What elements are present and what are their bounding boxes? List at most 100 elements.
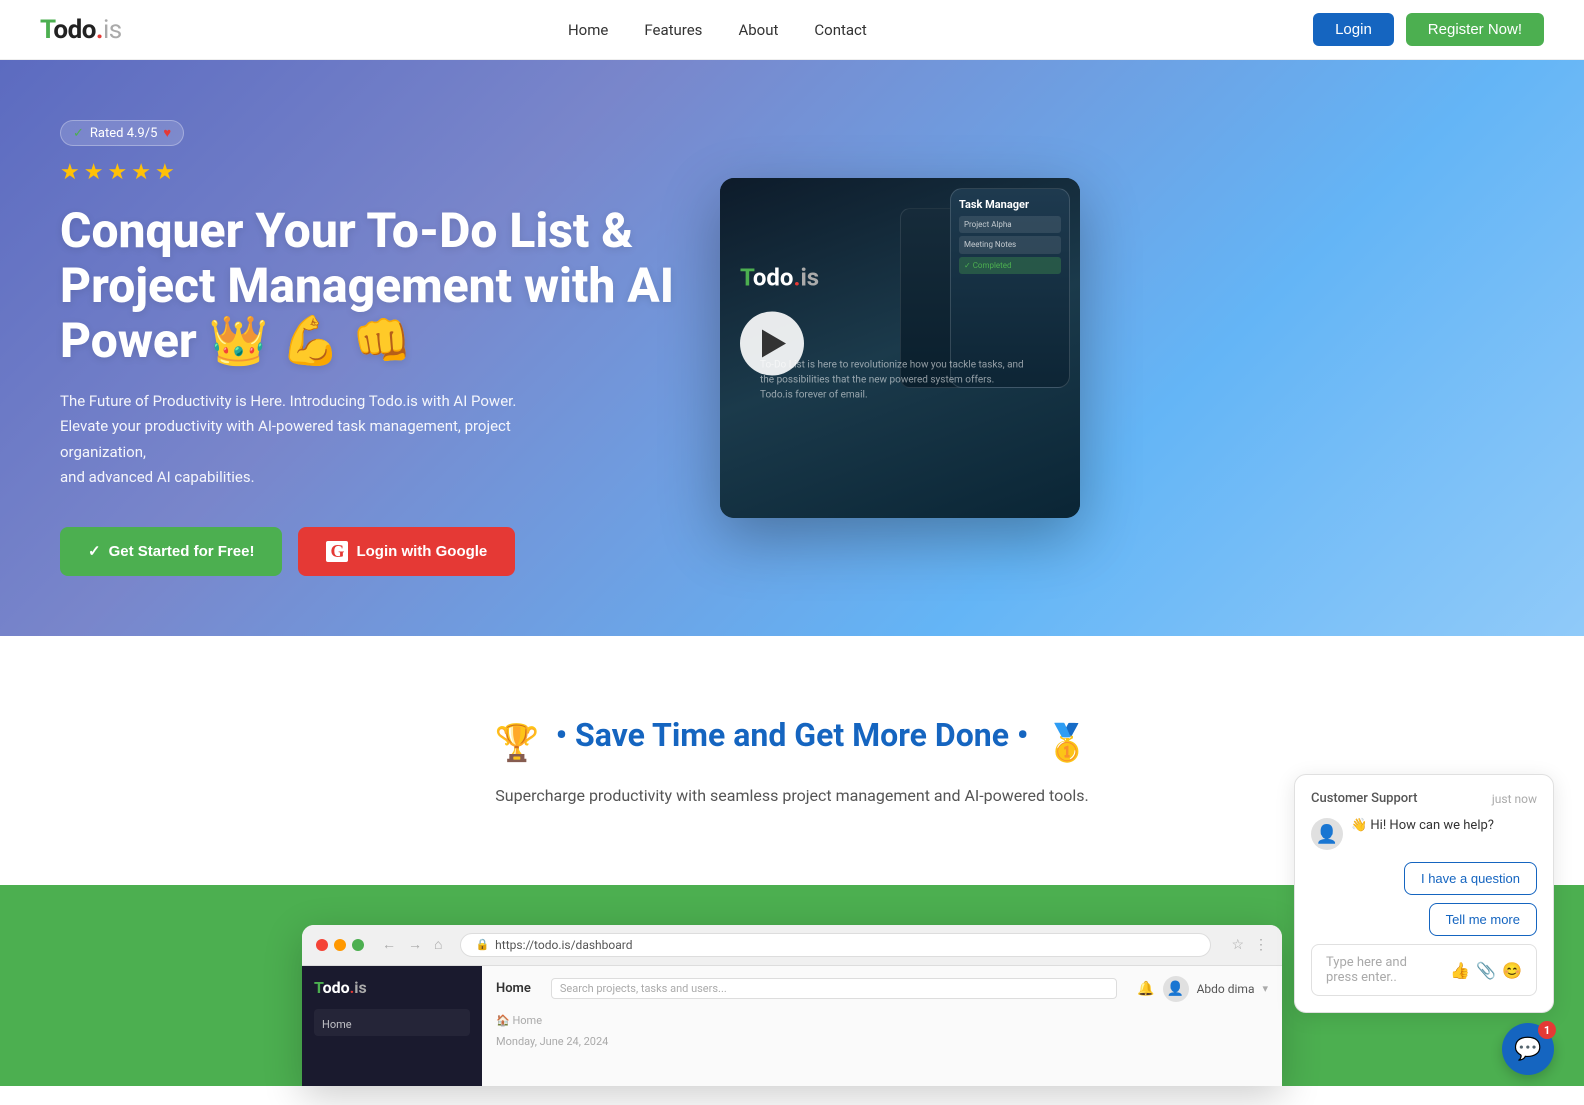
logo-is: is bbox=[103, 15, 122, 45]
hero-content: ✓ Rated 4.9/5 ♥ ★ ★ ★ ★ ★ Conquer Your T… bbox=[60, 120, 680, 576]
nav-link-features[interactable]: Features bbox=[644, 21, 702, 39]
browser-topnav: Home Search projects, tasks and users...… bbox=[496, 976, 1268, 1002]
chat-question-button[interactable]: I have a question bbox=[1404, 862, 1537, 895]
browser-home-icon[interactable]: ⌂ bbox=[434, 936, 442, 953]
get-started-button[interactable]: ✓ Get Started for Free! bbox=[60, 527, 282, 576]
browser-frame: ← → ⌂ 🔒 https://todo.is/dashboard ☆ ⋮ To… bbox=[302, 925, 1282, 1086]
star-3: ★ bbox=[107, 160, 127, 185]
browser-main: Home Search projects, tasks and users...… bbox=[482, 966, 1282, 1086]
nav-item-about[interactable]: About bbox=[738, 20, 778, 39]
rating-text: Rated 4.9/5 bbox=[90, 126, 158, 141]
browser-date: Monday, June 24, 2024 bbox=[496, 1035, 1268, 1048]
subtitle-line3: and advanced AI capabilities. bbox=[60, 468, 255, 486]
hero-title-emojis: 👑 💪 👊 bbox=[209, 312, 412, 369]
browser-dropdown-icon[interactable]: ▾ bbox=[1262, 982, 1268, 995]
chat-input-icons: 👍 📎 😊 bbox=[1450, 961, 1522, 980]
nav-link-contact[interactable]: Contact bbox=[814, 21, 866, 39]
browser-dot-maximize[interactable] bbox=[352, 939, 364, 951]
star-5: ★ bbox=[155, 160, 175, 185]
chat-popup: Customer Support just now 👤 👋 Hi! How ca… bbox=[1294, 774, 1554, 1013]
video-logo-t: T bbox=[740, 263, 753, 291]
hero-video-inner: Task Manager Project Alpha Meeting Notes… bbox=[720, 178, 1080, 518]
attach-icon[interactable]: 📎 bbox=[1476, 961, 1496, 980]
logo-dot: . bbox=[96, 15, 103, 45]
get-started-check-icon: ✓ bbox=[88, 542, 101, 560]
browser-dot-close[interactable] bbox=[316, 939, 328, 951]
breadcrumb-label: Home bbox=[512, 1014, 542, 1027]
rating-check: ✓ bbox=[73, 126, 84, 141]
google-g-icon: G bbox=[326, 541, 348, 562]
google-login-label: Login with Google bbox=[356, 543, 487, 560]
medal-icon: 🥇 bbox=[1044, 722, 1089, 764]
chat-more-button[interactable]: Tell me more bbox=[1429, 903, 1537, 936]
browser-user-area: 🔔 👤 Abdo dima ▾ bbox=[1137, 976, 1268, 1002]
chat-bubble: 👋 Hi! How can we help? bbox=[1351, 818, 1494, 833]
trophy-icon: 🏆 bbox=[495, 722, 540, 764]
chat-time: just now bbox=[1492, 792, 1537, 806]
video-logo-is: is bbox=[800, 263, 819, 291]
browser-urlbar[interactable]: 🔒 https://todo.is/dashboard bbox=[460, 933, 1211, 957]
browser-search[interactable]: Search projects, tasks and users... bbox=[551, 978, 1117, 999]
nav-item-home[interactable]: Home bbox=[568, 20, 608, 39]
chat-widget: Customer Support just now 👤 👋 Hi! How ca… bbox=[1294, 774, 1554, 1075]
logo-t: T bbox=[40, 15, 53, 45]
chat-title: Customer Support bbox=[1311, 791, 1417, 806]
chat-input-placeholder[interactable]: Type here and press enter.. bbox=[1326, 955, 1440, 985]
browser-avatar[interactable]: 👤 bbox=[1163, 976, 1189, 1002]
browser-username: Abdo dima bbox=[1197, 982, 1255, 996]
breadcrumb-icon: 🏠 bbox=[496, 1014, 510, 1027]
hero-subtitle: The Future of Productivity is Here. Intr… bbox=[60, 389, 580, 491]
browser-breadcrumb: 🏠 Home bbox=[496, 1010, 1268, 1031]
logo-odo: odo bbox=[53, 15, 96, 45]
lock-icon: 🔒 bbox=[475, 938, 489, 951]
logo[interactable]: Todo.is bbox=[40, 15, 122, 45]
star-2: ★ bbox=[84, 160, 104, 185]
browser-star-icon[interactable]: ☆ bbox=[1231, 937, 1244, 953]
chat-header: Customer Support just now bbox=[1311, 791, 1537, 806]
navbar-actions: Login Register Now! bbox=[1313, 13, 1544, 46]
sidebar-logo-is: is bbox=[354, 978, 366, 997]
chat-badge: 1 bbox=[1538, 1021, 1556, 1039]
hero-title: Conquer Your To-Do List & Project Manage… bbox=[60, 203, 680, 369]
browser-topbar: ← → ⌂ 🔒 https://todo.is/dashboard ☆ ⋮ bbox=[302, 925, 1282, 966]
get-started-label: Get Started for Free! bbox=[109, 543, 255, 560]
nav-item-contact[interactable]: Contact bbox=[814, 20, 866, 39]
thumbs-up-icon[interactable]: 👍 bbox=[1450, 961, 1470, 980]
browser-menu-icon[interactable]: ⋮ bbox=[1254, 937, 1268, 953]
nav-link-home[interactable]: Home bbox=[568, 21, 608, 39]
chat-fab-button[interactable]: 💬 1 bbox=[1502, 1023, 1554, 1075]
video-text-content: To-Do List is here to revolutionize how … bbox=[760, 359, 1024, 370]
browser-back-icon[interactable]: ← bbox=[382, 936, 396, 953]
hero-stars: ★ ★ ★ ★ ★ bbox=[60, 160, 680, 185]
chat-avatar-emoji: 👤 bbox=[1316, 824, 1338, 845]
browser-content: Todo.is Home Home Search projects, tasks… bbox=[302, 966, 1282, 1086]
hero-rating: ✓ Rated 4.9/5 ♥ bbox=[60, 120, 184, 146]
sidebar-item-home[interactable]: Home bbox=[322, 1018, 352, 1031]
browser-bell-icon[interactable]: 🔔 bbox=[1137, 981, 1154, 997]
chat-fab-icon: 💬 bbox=[1514, 1037, 1541, 1062]
browser-home-label: Home bbox=[496, 981, 531, 996]
star-1: ★ bbox=[60, 160, 80, 185]
login-button[interactable]: Login bbox=[1313, 13, 1394, 46]
video-text: To-Do List is here to revolutionize how … bbox=[760, 357, 1024, 402]
play-triangle-icon bbox=[762, 329, 786, 357]
features-headline: • Save Time and Get More Done • bbox=[556, 716, 1029, 754]
hero-buttons: ✓ Get Started for Free! G Login with Goo… bbox=[60, 527, 680, 576]
register-button[interactable]: Register Now! bbox=[1406, 13, 1544, 46]
url-text: https://todo.is/dashboard bbox=[495, 938, 632, 952]
browser-dot-minimize[interactable] bbox=[334, 939, 346, 951]
emoji-icon[interactable]: 😊 bbox=[1502, 961, 1522, 980]
browser-sidebar-logo: Todo.is bbox=[314, 978, 470, 997]
browser-forward-icon[interactable]: → bbox=[408, 936, 422, 953]
video-text-content3: Todo.is forever of email. bbox=[760, 389, 868, 400]
rating-heart: ♥ bbox=[163, 125, 171, 141]
login-google-button[interactable]: G Login with Google bbox=[298, 527, 515, 576]
subtitle-line2: Elevate your productivity with AI-powere… bbox=[60, 417, 511, 461]
nav-link-about[interactable]: About bbox=[738, 21, 778, 39]
chat-message-row: 👤 👋 Hi! How can we help? bbox=[1311, 818, 1537, 850]
video-text-content2: the possibilities that the new powered s… bbox=[760, 374, 994, 385]
chat-input-area: Type here and press enter.. 👍 📎 😊 bbox=[1311, 944, 1537, 996]
nav-item-features[interactable]: Features bbox=[644, 20, 702, 39]
subtitle-line1: The Future of Productivity is Here. Intr… bbox=[60, 392, 516, 410]
hero-video[interactable]: Task Manager Project Alpha Meeting Notes… bbox=[720, 178, 1080, 518]
